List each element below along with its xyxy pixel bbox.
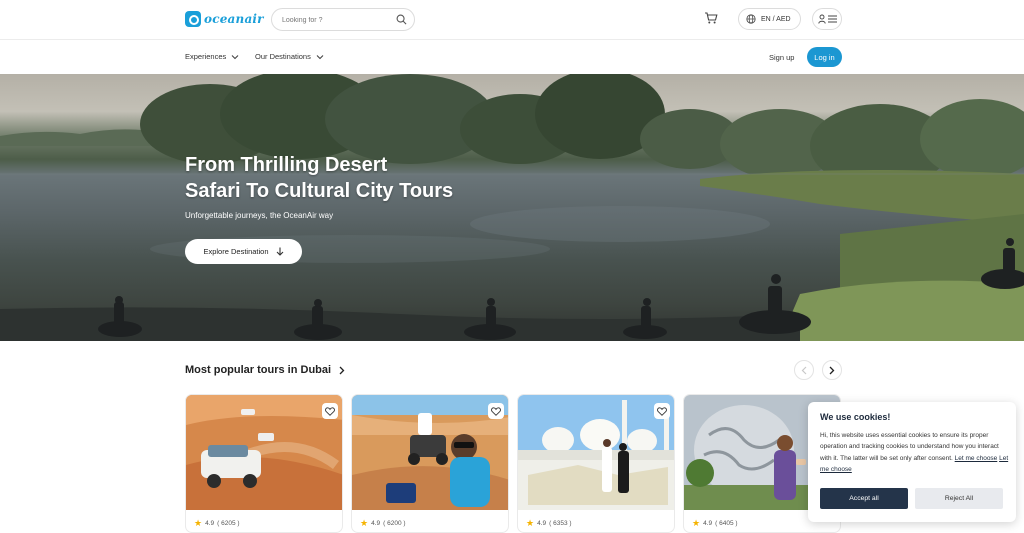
tour-rating: ★ 4.9 ( 6353 ) xyxy=(526,518,572,529)
cart-icon[interactable] xyxy=(704,11,718,25)
tour-card[interactable]: ★ 4.9 ( 6200 ) xyxy=(351,394,509,533)
main-nav: Experiences Our Destinations Sign up Log… xyxy=(0,41,1024,74)
accept-all-button[interactable]: Accept all xyxy=(820,488,908,509)
nav-experiences-label: Experiences xyxy=(185,52,227,61)
nav-experiences[interactable]: Experiences xyxy=(185,52,239,61)
tour-rating: ★ 4.9 ( 6205 ) xyxy=(194,518,240,529)
rating-value: 4.9 xyxy=(537,520,547,527)
tour-card[interactable]: ★ 4.9 ( 6205 ) xyxy=(185,394,343,533)
review-count: ( 6353 ) xyxy=(549,520,572,527)
logo-mark-icon xyxy=(185,11,201,27)
hamburger-menu-icon xyxy=(827,15,837,23)
tour-card-image-desert-safari[interactable] xyxy=(186,395,342,510)
wishlist-heart-icon[interactable] xyxy=(322,403,338,419)
rating-value: 4.9 xyxy=(205,520,215,527)
hero-banner: From Thrilling Desert Safari To Cultural… xyxy=(0,74,1024,341)
star-icon: ★ xyxy=(360,518,369,528)
tour-card-image-grand-mosque[interactable] xyxy=(518,395,674,510)
hero-background-image xyxy=(0,74,1024,341)
quad-bike-photo xyxy=(352,395,508,510)
globe-icon xyxy=(746,14,756,24)
top-header: oceanair EN / AED xyxy=(0,0,1024,40)
review-count: ( 6405 ) xyxy=(715,520,738,527)
page: oceanair EN / AED xyxy=(0,0,1024,533)
login-button[interactable]: Log in xyxy=(807,47,842,67)
star-icon: ★ xyxy=(194,518,203,528)
chevron-down-icon xyxy=(231,54,239,59)
search-icon[interactable] xyxy=(396,14,407,25)
tour-card-image-quad-bike[interactable] xyxy=(352,395,508,510)
popular-tours-title: Most popular tours in Dubai xyxy=(185,364,332,376)
tour-card[interactable]: ★ 4.9 ( 6353 ) xyxy=(517,394,675,533)
nav-our-destinations[interactable]: Our Destinations xyxy=(255,52,324,61)
reject-all-button[interactable]: Reject All xyxy=(915,488,1003,509)
logo-text: oceanair xyxy=(204,12,264,26)
desert-safari-photo xyxy=(186,395,342,510)
language-currency-label: EN / AED xyxy=(761,15,791,23)
search-box[interactable] xyxy=(271,8,415,31)
hero-subtitle: Unforgettable journeys, the OceanAir way xyxy=(185,211,334,220)
wishlist-heart-icon[interactable] xyxy=(488,403,504,419)
cookie-body: Hi, this website uses essential cookies … xyxy=(820,430,1010,475)
star-icon: ★ xyxy=(526,518,535,528)
chevron-down-icon xyxy=(316,54,324,59)
hero-title-line-2: Safari To Cultural City Tours xyxy=(185,180,454,202)
rating-value: 4.9 xyxy=(371,520,381,527)
signup-link[interactable]: Sign up xyxy=(769,53,794,62)
hero-title-line-1: From Thrilling Desert xyxy=(185,154,388,176)
rating-value: 4.9 xyxy=(703,520,713,527)
chevron-left-icon xyxy=(801,366,807,374)
hero-title: From Thrilling Desert Safari To Cultural… xyxy=(185,152,545,204)
chevron-right-icon xyxy=(829,366,835,374)
popular-tours-heading[interactable]: Most popular tours in Dubai xyxy=(185,364,345,376)
review-count: ( 6205 ) xyxy=(217,520,240,527)
wishlist-heart-icon[interactable] xyxy=(654,403,670,419)
explore-destination-label: Explore Destination xyxy=(203,247,269,256)
arrow-down-icon xyxy=(276,247,283,256)
user-menu-button[interactable] xyxy=(812,8,842,30)
language-currency-selector[interactable]: EN / AED xyxy=(738,8,801,30)
search-input[interactable] xyxy=(282,13,392,27)
cookie-consent-dialog: We use cookies! Hi, this website uses es… xyxy=(808,402,1016,522)
carousel-prev-button[interactable] xyxy=(794,360,814,380)
user-icon xyxy=(817,14,826,24)
chevron-right-icon xyxy=(339,366,345,374)
star-icon: ★ xyxy=(692,518,701,528)
nav-destinations-label: Our Destinations xyxy=(255,52,311,61)
tour-rating: ★ 4.9 ( 6200 ) xyxy=(360,518,406,529)
review-count: ( 6200 ) xyxy=(383,520,406,527)
tour-rating: ★ 4.9 ( 6405 ) xyxy=(692,518,738,529)
cookie-title: We use cookies! xyxy=(820,412,891,422)
carousel-next-button[interactable] xyxy=(822,360,842,380)
oceanair-logo[interactable]: oceanair xyxy=(185,11,264,27)
grand-mosque-photo xyxy=(518,395,674,510)
let-me-choose-link[interactable]: Let me choose xyxy=(955,455,998,462)
explore-destination-button[interactable]: Explore Destination xyxy=(185,239,302,264)
